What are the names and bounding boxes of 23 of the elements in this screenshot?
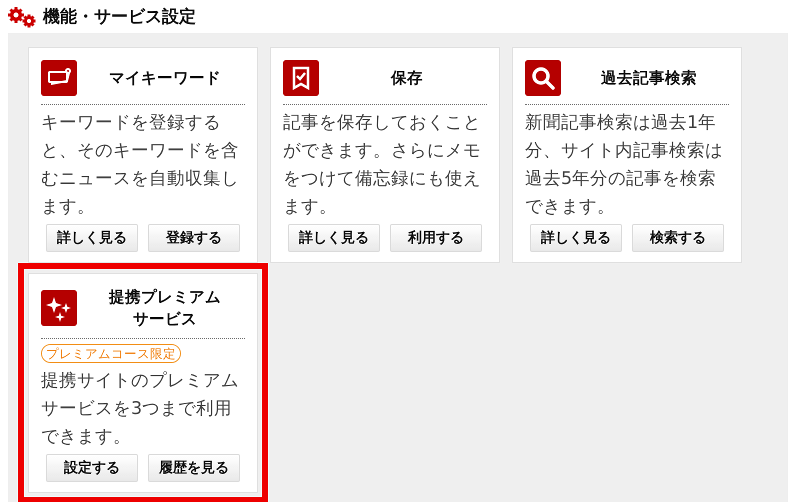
card-title: 過去記事検索: [600, 68, 698, 89]
action-button[interactable]: 設定する: [46, 454, 138, 482]
action-button[interactable]: 詳しく見る: [288, 224, 380, 252]
card-description: キーワードを登録する と、そのキーワードを含 むニュースを自動収集し ます。: [41, 112, 240, 219]
action-button[interactable]: 詳しく見る: [530, 224, 622, 252]
card-description: 提携サイトのプレミアム サービスを3つまで利用 できます。: [41, 370, 240, 449]
action-button[interactable]: 詳しく見る: [46, 224, 138, 252]
page-title: 機能・サービス設定: [43, 6, 196, 28]
action-button[interactable]: 利用する: [390, 224, 482, 252]
action-button[interactable]: 登録する: [148, 224, 240, 252]
tag-icon: [41, 60, 77, 96]
card-description: 新聞記事検索は過去1年 分、サイト内記事検索は 過去5年分の記事を検索 できます。: [525, 112, 724, 219]
card-title: 保存: [390, 68, 424, 89]
card-title: 提携プレミアム サービス: [108, 287, 222, 330]
gears-icon: [7, 6, 37, 28]
action-button[interactable]: 履歴を見る: [148, 454, 240, 482]
bookmark-check-icon: [283, 60, 319, 96]
card-description: 記事を保存しておくこと ができます。さらにメモ をつけて備忘録にも使え ます。: [283, 112, 482, 219]
card-title: マイキーワード: [108, 68, 222, 89]
search-icon: [525, 60, 561, 96]
action-button[interactable]: 検索する: [632, 224, 724, 252]
premium-tag: プレミアムコース限定: [41, 344, 181, 363]
sparkle-icon: [41, 290, 77, 326]
